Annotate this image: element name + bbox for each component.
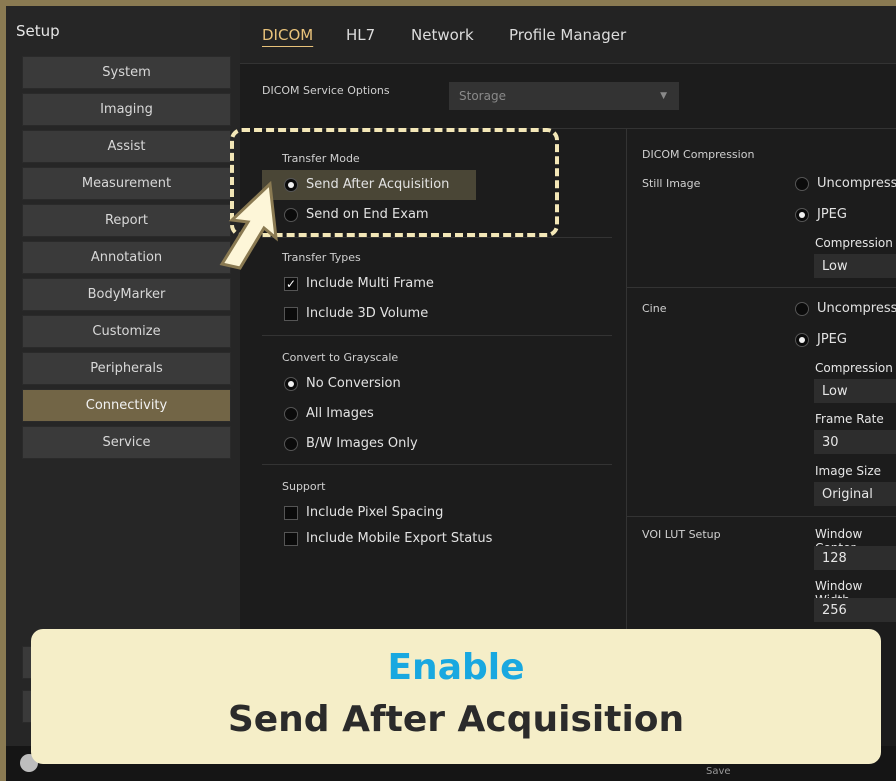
option-label: Include 3D Volume (306, 306, 429, 321)
option-label: Include Multi Frame (306, 276, 434, 291)
sidebar-item-report[interactable]: Report (22, 204, 231, 237)
option-label: JPEG (817, 207, 847, 222)
window-width-field[interactable]: 256 (814, 598, 896, 622)
divider (262, 335, 612, 336)
sidebar-item-annotation[interactable]: Annotation (22, 241, 231, 274)
radio-cine-uncompressed[interactable]: Uncompressed (795, 301, 896, 316)
support-label: Support (282, 480, 326, 493)
tab-network[interactable]: Network (411, 26, 474, 44)
option-label: Uncompressed (817, 301, 896, 316)
radio-icon (284, 406, 298, 421)
still-compression-field[interactable]: Low (814, 254, 896, 278)
radio-icon (284, 436, 298, 451)
frame-rate-label: Frame Rate (815, 412, 884, 426)
checkbox-icon (284, 306, 298, 321)
sidebar-item-imaging[interactable]: Imaging (22, 93, 231, 126)
image-size-field[interactable]: Original (814, 482, 896, 506)
radio-icon (795, 301, 809, 316)
sidebar-item-bodymarker[interactable]: BodyMarker (22, 278, 231, 311)
radio-selected-icon (795, 207, 809, 222)
option-label: Include Pixel Spacing (306, 505, 444, 520)
setup-title: Setup (16, 22, 60, 40)
window-center-field[interactable]: 128 (814, 546, 896, 570)
transfer-types-label: Transfer Types (282, 251, 361, 264)
option-label: B/W Images Only (306, 436, 418, 451)
divider (626, 516, 896, 517)
checkbox-icon (284, 505, 298, 520)
checkmark-icon: ✓ (284, 276, 298, 291)
cine-compression-label: Compression (815, 361, 893, 375)
checkbox-include-mobile-export-status[interactable]: Include Mobile Export Status (284, 531, 492, 546)
sidebar-item-peripherals[interactable]: Peripherals (22, 352, 231, 385)
radio-bw-images-only[interactable]: B/W Images Only (284, 436, 418, 451)
radio-still-jpeg[interactable]: JPEG (795, 207, 847, 222)
instruction-subtitle: Send After Acquisition (227, 699, 685, 740)
tab-hl7[interactable]: HL7 (346, 26, 375, 44)
checkbox-include-3d-volume[interactable]: Include 3D Volume (284, 306, 428, 321)
tab-profile-manager[interactable]: Profile Manager (509, 26, 626, 44)
dicom-compression-label: DICOM Compression (642, 148, 755, 161)
service-options-value: Storage (459, 89, 506, 103)
option-label: Include Mobile Export Status (306, 531, 493, 546)
image-size-label: Image Size (815, 464, 882, 478)
voi-lut-label: VOI LUT Setup (642, 528, 721, 541)
grayscale-label: Convert to Grayscale (282, 351, 399, 364)
cine-label: Cine (642, 302, 667, 315)
frame-rate-field[interactable]: 30 (814, 430, 896, 454)
save-label[interactable]: Save (706, 766, 731, 777)
divider (262, 237, 612, 238)
sidebar-item-service[interactable]: Service (22, 426, 231, 459)
tab-bar: DICOM HL7 Network Profile Manager (240, 6, 896, 64)
option-label: All Images (306, 406, 374, 421)
service-options-dropdown[interactable]: Storage ▼ (449, 82, 679, 110)
column-divider (626, 128, 627, 648)
instruction-title: Enable (387, 647, 525, 688)
radio-icon (795, 176, 809, 191)
cine-compression-field[interactable]: Low (814, 379, 896, 403)
radio-all-images[interactable]: All Images (284, 406, 374, 421)
radio-selected-icon (795, 332, 809, 347)
divider (262, 464, 612, 465)
checkbox-include-multi-frame[interactable]: ✓ Include Multi Frame (284, 276, 434, 291)
option-label: JPEG (817, 332, 847, 347)
still-image-label: Still Image (642, 177, 701, 190)
radio-cine-jpeg[interactable]: JPEG (795, 332, 847, 347)
chevron-down-icon: ▼ (660, 91, 667, 101)
radio-no-conversion[interactable]: No Conversion (284, 376, 401, 391)
still-compression-label: Compression (815, 236, 893, 250)
radio-still-uncompressed[interactable]: Uncompressed (795, 176, 896, 191)
radio-selected-icon (284, 376, 298, 391)
checkbox-include-pixel-spacing[interactable]: Include Pixel Spacing (284, 505, 443, 520)
sidebar-item-assist[interactable]: Assist (22, 130, 231, 163)
pointer-arrow-icon (219, 180, 278, 270)
sidebar-item-measurement[interactable]: Measurement (22, 167, 231, 200)
option-label: No Conversion (306, 376, 401, 391)
sidebar-item-customize[interactable]: Customize (22, 315, 231, 348)
checkbox-icon (284, 531, 298, 546)
tab-dicom[interactable]: DICOM (262, 26, 313, 44)
option-label: Uncompressed (817, 176, 896, 191)
divider (626, 287, 896, 288)
service-options-label: DICOM Service Options (262, 84, 390, 97)
sidebar-item-connectivity[interactable]: Connectivity (22, 389, 231, 422)
sidebar-item-system[interactable]: System (22, 56, 231, 89)
instruction-callout: Enable Send After Acquisition (31, 629, 881, 764)
